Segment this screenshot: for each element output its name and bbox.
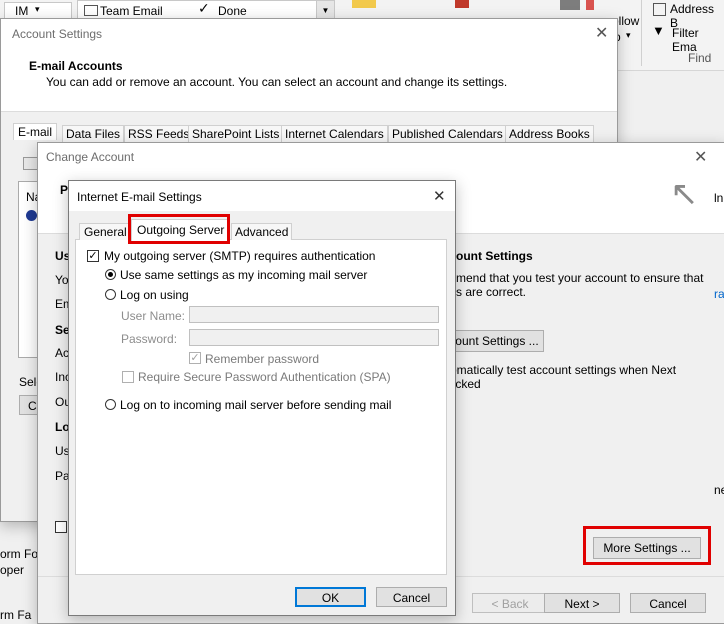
user-name-label: User Name: [121, 309, 186, 323]
test-account-settings-button[interactable]: ount Settings ... [450, 330, 544, 352]
tab-email[interactable]: E-mail [13, 123, 58, 140]
remember-checkbox-partial[interactable] [55, 521, 67, 533]
test-settings-desc-1: mend that you test your account to ensur… [456, 271, 704, 285]
tab-general[interactable]: General [79, 223, 132, 240]
window-title: Account Settings [12, 27, 103, 41]
ok-button[interactable]: OK [295, 587, 366, 607]
remember-password-checkbox[interactable]: ✓ [189, 352, 201, 364]
remember-password-label: Remember password [205, 352, 320, 366]
ribbon-icon-yellow [352, 0, 376, 8]
tab-internet-calendars[interactable]: Internet Calendars [281, 125, 388, 142]
default-account-icon [26, 210, 37, 221]
email-accounts-description: You can add or remove an account. You ca… [46, 75, 508, 89]
next-button[interactable]: Next > [544, 593, 620, 613]
tab-address-books[interactable]: Address Books [505, 125, 594, 142]
tab-published-calendars[interactable]: Published Calendars [388, 125, 507, 142]
close-icon[interactable]: ✕ [433, 187, 446, 205]
ribbon-icon-red2 [586, 0, 594, 10]
chevron-down-icon: ▾ [626, 30, 631, 40]
same-settings-radio[interactable] [105, 269, 116, 280]
address-book-icon [653, 3, 666, 16]
ribbon-icon-chart [560, 0, 580, 10]
back-button[interactable]: < Back [472, 593, 548, 613]
bg-list-text-2: oper [0, 563, 25, 577]
tab-sharepoint-lists[interactable]: SharePoint Lists [188, 125, 284, 142]
log-on-using-radio[interactable] [105, 289, 116, 300]
ribbon-separator [641, 0, 642, 66]
test-settings-desc-2: s are correct. [456, 285, 527, 299]
close-button-partial[interactable]: Cl [19, 395, 39, 415]
outgoing-server-tab-highlight [128, 214, 230, 244]
team-email-label[interactable]: Team Email [100, 4, 163, 18]
filter-email-label[interactable]: Filter Ema [672, 26, 724, 54]
tab-advanced[interactable]: Advanced [231, 223, 293, 240]
smtp-auth-label: My outgoing server (SMTP) requires authe… [104, 249, 376, 263]
smtp-auth-checkbox[interactable]: ✓ [87, 250, 99, 262]
window-title: Change Account [46, 150, 135, 164]
tab-data-files[interactable]: Data Files [62, 125, 125, 142]
email-accounts-heading: E-mail Accounts [29, 59, 123, 73]
chevron-down-icon: ▾ [35, 4, 40, 14]
log-on-incoming-radio[interactable] [105, 399, 116, 410]
password-input[interactable] [189, 329, 439, 346]
cancel-button[interactable]: Cancel [630, 593, 706, 613]
cursor-click-icon: ↖ [670, 175, 699, 213]
find-group-label: Find [688, 51, 712, 65]
spa-checkbox[interactable] [122, 371, 134, 383]
team-email-icon [84, 5, 98, 16]
spa-label: Require Secure Password Authentication (… [138, 370, 391, 384]
same-settings-label: Use same settings as my incoming mail se… [120, 268, 368, 282]
done-label[interactable]: Done [218, 4, 247, 18]
checkmark-icon: ✓ [198, 0, 210, 16]
password-label: Password: [121, 332, 178, 346]
more-settings-highlight [583, 526, 711, 565]
edge-link[interactable]: ra [714, 287, 724, 301]
change-account-titlebar [38, 143, 724, 171]
tab-rss-feeds[interactable]: RSS Feeds [124, 125, 194, 142]
cancel-button[interactable]: Cancel [376, 587, 447, 607]
log-on-incoming-label: Log on to incoming mail server before se… [120, 398, 392, 412]
dialog-title: Internet E-mail Settings [77, 190, 202, 204]
edge-text-3: ne [714, 483, 724, 497]
test-settings-heading: ount Settings [456, 249, 533, 263]
log-on-using-label: Log on using [120, 288, 189, 302]
edge-text: ln [714, 191, 724, 205]
im-label: IM [15, 4, 29, 18]
ribbon-icon-red [455, 0, 469, 8]
internet-email-settings-dialog: Internet E-mail Settings ✕ General Outgo… [68, 180, 456, 616]
filter-icon: ▼ [652, 23, 665, 38]
close-icon[interactable]: ✕ [595, 23, 608, 43]
close-icon[interactable]: ✕ [694, 147, 707, 167]
user-name-input[interactable] [189, 306, 439, 323]
auto-test-text-1: omatically test account settings when Ne… [450, 363, 677, 377]
